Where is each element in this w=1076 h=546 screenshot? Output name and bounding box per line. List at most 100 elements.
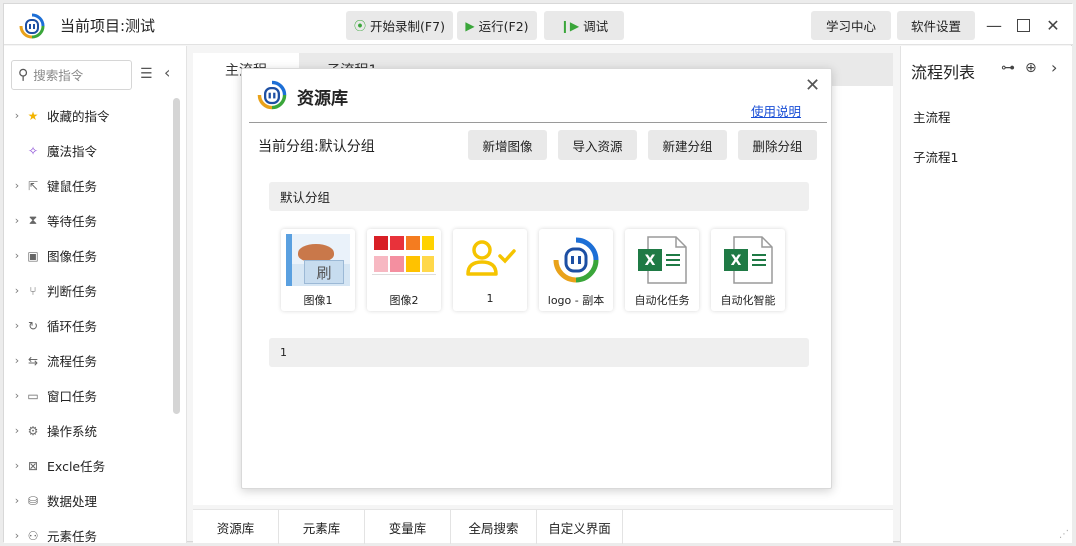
group-header-default[interactable]: 默认分组 bbox=[269, 182, 809, 211]
tab-custom-ui[interactable]: 自定义界面 bbox=[537, 510, 623, 544]
tree-structure-icon[interactable]: ⊶ bbox=[1001, 60, 1015, 76]
chevron-right-icon: › bbox=[14, 179, 20, 192]
branch-icon: ⑂ bbox=[29, 283, 37, 298]
chevron-right-icon: › bbox=[14, 459, 20, 472]
window-icon: ▭ bbox=[27, 388, 39, 403]
sidebar-item-label: 窗口任务 bbox=[47, 389, 98, 404]
sidebar-scrollbar[interactable] bbox=[173, 98, 180, 414]
command-sidebar: ⚲ ☰ ‹ › ★ 收藏的指令 ✧ 魔法指令 › ⇱ 键鼠任务 › ⧗ bbox=[4, 46, 187, 543]
command-category-list: › ★ 收藏的指令 ✧ 魔法指令 › ⇱ 键鼠任务 › ⧗ 等待任务 › ▣ 图… bbox=[4, 98, 174, 544]
chevron-right-icon: › bbox=[14, 494, 20, 507]
app-window: 当前项目:测试 ⦿ 开始录制(F7) ▶ 运行(F2) ❙▶ 调试 学习中心 软… bbox=[3, 3, 1073, 544]
learn-center-label: 学习中心 bbox=[825, 19, 876, 34]
gear-icon: ⚙ bbox=[27, 423, 39, 438]
sidebar-item-label: 等待任务 bbox=[47, 214, 98, 229]
sidebar-item-condition[interactable]: › ⑂ 判断任务 bbox=[4, 273, 174, 308]
collapse-all-icon[interactable]: ☰ bbox=[140, 66, 153, 82]
app-logo bbox=[553, 237, 599, 283]
tab-variable-library[interactable]: 变量库 bbox=[365, 510, 451, 544]
resource-card[interactable]: X 自动化任务 bbox=[625, 229, 699, 311]
sidebar-item-loop[interactable]: › ↻ 循环任务 bbox=[4, 308, 174, 343]
image-icon: ▣ bbox=[27, 248, 39, 263]
chevron-right-icon[interactable]: › bbox=[1051, 58, 1057, 77]
element-icon: ⚇ bbox=[27, 528, 39, 543]
delete-group-button[interactable]: 删除分组 bbox=[738, 130, 817, 160]
user-check-icon bbox=[466, 240, 516, 276]
chevron-left-icon[interactable]: ‹ bbox=[164, 63, 170, 82]
app-logo bbox=[257, 80, 287, 110]
sidebar-item-label: 流程任务 bbox=[47, 354, 98, 369]
add-flow-icon[interactable]: ⊕ bbox=[1025, 60, 1037, 76]
sidebar-item-label: 数据处理 bbox=[47, 494, 98, 509]
sidebar-item-label: 魔法指令 bbox=[47, 144, 98, 159]
brush-screenshot-thumb: 刷 bbox=[286, 234, 350, 286]
debug-button[interactable]: ❙▶ 调试 bbox=[544, 11, 624, 40]
import-resource-button[interactable]: 导入资源 bbox=[558, 130, 637, 160]
flow-list-item-main[interactable]: 主流程 bbox=[913, 107, 951, 126]
tab-element-library[interactable]: 元素库 bbox=[279, 510, 365, 544]
dialog-title: 资源库 bbox=[297, 89, 348, 109]
maximize-icon[interactable] bbox=[1012, 14, 1034, 36]
chevron-right-icon: › bbox=[14, 529, 20, 542]
sidebar-item-image[interactable]: › ▣ 图像任务 bbox=[4, 238, 174, 273]
loop-icon: ↻ bbox=[27, 318, 39, 333]
chevron-right-icon: › bbox=[14, 214, 20, 227]
excel-file-icon: X bbox=[638, 236, 687, 284]
tab-resource-library[interactable]: 资源库 bbox=[193, 510, 279, 544]
start-record-button[interactable]: ⦿ 开始录制(F7) bbox=[346, 11, 453, 40]
sidebar-item-keyboard-mouse[interactable]: › ⇱ 键鼠任务 bbox=[4, 168, 174, 203]
new-group-button[interactable]: 新建分组 bbox=[648, 130, 727, 160]
chevron-right-icon: › bbox=[14, 424, 20, 437]
sidebar-item-excel[interactable]: › ⊠ Excle任务 bbox=[4, 448, 174, 483]
run-button[interactable]: ▶ 运行(F2) bbox=[457, 11, 537, 40]
resource-card[interactable]: 刷 图像1 bbox=[281, 229, 355, 311]
help-link[interactable]: 使用说明 bbox=[751, 101, 801, 120]
sidebar-item-element[interactable]: › ⚇ 元素任务 bbox=[4, 518, 174, 544]
sidebar-item-label: 操作系统 bbox=[47, 424, 98, 439]
sidebar-item-magic[interactable]: ✧ 魔法指令 bbox=[4, 133, 174, 168]
close-icon[interactable]: ✕ bbox=[1042, 14, 1064, 36]
minimize-icon[interactable]: — bbox=[983, 14, 1005, 36]
group-header-1[interactable]: 1 bbox=[269, 338, 809, 367]
project-title: 当前项目:测试 bbox=[60, 17, 156, 35]
app-logo bbox=[19, 13, 45, 39]
resource-label: 1 bbox=[486, 292, 494, 305]
search-box[interactable]: ⚲ bbox=[11, 60, 132, 90]
chevron-right-icon: › bbox=[14, 319, 20, 332]
color-grid-thumb bbox=[372, 234, 436, 286]
sidebar-item-data[interactable]: › ⛁ 数据处理 bbox=[4, 483, 174, 518]
resource-card[interactable]: X 自动化智能 bbox=[711, 229, 785, 311]
sidebar-item-os[interactable]: › ⚙ 操作系统 bbox=[4, 413, 174, 448]
software-settings-button[interactable]: 软件设置 bbox=[897, 11, 975, 40]
flow-list-panel: 流程列表 ⊶ ⊕ › 主流程 子流程1 ⋰ bbox=[900, 46, 1072, 543]
run-label: 运行(F2) bbox=[478, 19, 529, 34]
dialog-close-icon[interactable]: ✕ bbox=[805, 75, 820, 96]
sidebar-item-label: Excle任务 bbox=[47, 459, 106, 474]
start-record-label: 开始录制(F7) bbox=[370, 19, 445, 34]
sidebar-item-favorites[interactable]: › ★ 收藏的指令 bbox=[4, 98, 174, 133]
flow-list-item-sub1[interactable]: 子流程1 bbox=[913, 147, 958, 166]
chevron-right-icon: › bbox=[14, 389, 20, 402]
chevron-right-icon: › bbox=[14, 249, 20, 262]
resize-grip-icon[interactable]: ⋰ bbox=[1059, 529, 1069, 540]
resource-card[interactable]: 1 bbox=[453, 229, 527, 311]
excel-icon: ⊠ bbox=[27, 458, 39, 473]
learn-center-button[interactable]: 学习中心 bbox=[811, 11, 891, 40]
sidebar-item-flow[interactable]: › ⇆ 流程任务 bbox=[4, 343, 174, 378]
dialog-divider bbox=[249, 122, 827, 123]
play-icon: ▶ bbox=[465, 18, 475, 33]
resource-card[interactable]: logo - 副本 bbox=[539, 229, 613, 311]
tab-global-search[interactable]: 全局搜索 bbox=[451, 510, 537, 544]
star-icon: ★ bbox=[27, 108, 39, 123]
record-icon: ⦿ bbox=[354, 19, 367, 33]
search-input[interactable] bbox=[33, 67, 122, 83]
current-group-label: 当前分组:默认分组 bbox=[258, 139, 375, 155]
sidebar-item-window[interactable]: › ▭ 窗口任务 bbox=[4, 378, 174, 413]
flow-list-title: 流程列表 bbox=[911, 63, 976, 82]
sidebar-item-wait[interactable]: › ⧗ 等待任务 bbox=[4, 203, 174, 238]
add-image-button[interactable]: 新增图像 bbox=[468, 130, 547, 160]
resource-card[interactable]: 图像2 bbox=[367, 229, 441, 311]
flow-icon: ⇆ bbox=[27, 353, 39, 368]
resource-label: 自动化任务 bbox=[634, 294, 690, 307]
excel-file-icon: X bbox=[724, 236, 773, 284]
